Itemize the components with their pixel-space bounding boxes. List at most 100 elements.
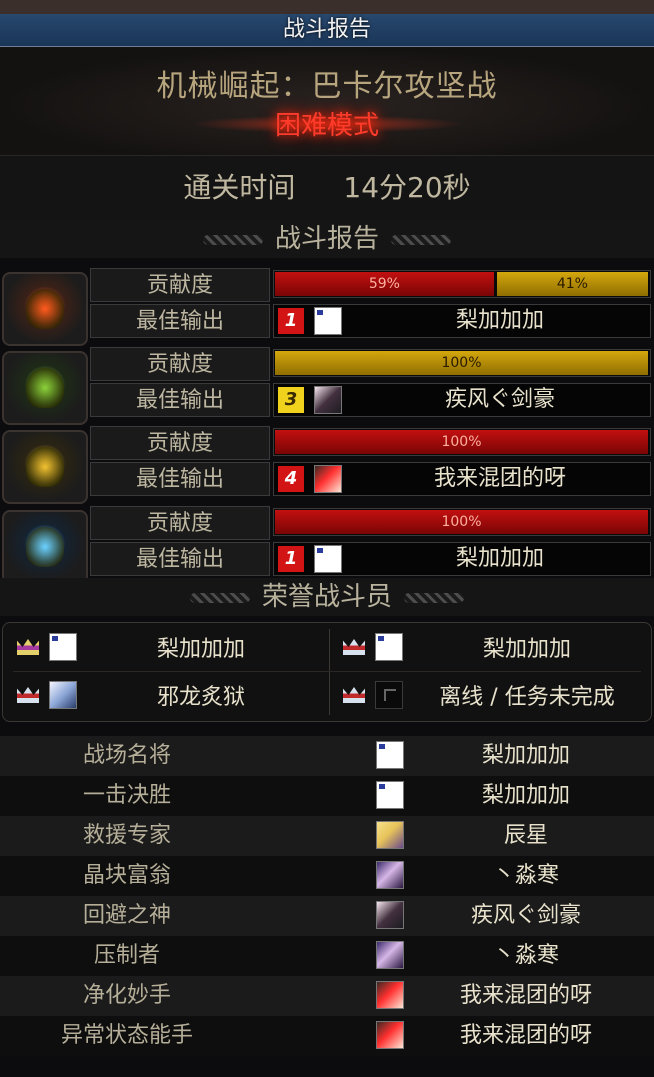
green-mechanical-crest-icon: [2, 351, 88, 425]
clear-time-value: 14分20秒: [343, 171, 471, 204]
avatar: [49, 681, 77, 709]
honor-member[interactable]: 邪龙炙狱: [3, 675, 323, 721]
award-row[interactable]: 压制者 丶淼寒: [0, 936, 654, 976]
avatar: [375, 681, 403, 709]
class-report-row: 贡献度 59% 41% 最佳输出 1 梨加加加: [0, 268, 654, 346]
best-damage-label: 最佳输出: [90, 383, 270, 417]
rank-badge-icon: 4: [278, 466, 304, 492]
contribution-segment: 100%: [275, 510, 648, 534]
avatar: [49, 633, 77, 661]
difficulty-mode: 困难模式: [274, 111, 379, 141]
report-section-header: 战斗报告: [0, 220, 654, 258]
best-damage-box[interactable]: 3 疾风ぐ剑豪: [273, 383, 651, 417]
award-row[interactable]: 战场名将 梨加加加: [0, 736, 654, 776]
class-report-row: 贡献度 100% 最佳输出 4 我来混团的呀: [0, 426, 654, 504]
gold-mechanical-crest-icon: [2, 430, 88, 504]
contribution-segment: 59%: [275, 272, 494, 296]
dungeon-header: 机械崛起：巴卡尔攻坚战 困难模式: [0, 47, 654, 156]
crest-core-icon: [26, 289, 64, 329]
crown-icon: [343, 687, 365, 703]
avatar: [376, 901, 404, 929]
best-player-name: 梨加加加: [455, 546, 544, 571]
avatar: [376, 781, 404, 809]
clear-time-row: 通关时间 14分20秒: [0, 156, 654, 221]
ornament-left-icon: [189, 592, 250, 603]
award-row[interactable]: 回避之神 疾风ぐ剑豪: [0, 896, 654, 936]
report-section-title: 战斗报告: [274, 224, 379, 254]
award-title: 异常状态能手: [60, 1023, 193, 1048]
avatar: [376, 981, 404, 1009]
avatar: [314, 465, 342, 493]
best-player-name: 我来混团的呀: [433, 466, 566, 491]
award-row[interactable]: 一击决胜 梨加加加: [0, 776, 654, 816]
award-title: 净化妙手: [82, 983, 171, 1008]
rank-badge-icon: 3: [278, 387, 304, 413]
award-player-name: 疾风ぐ剑豪: [470, 903, 581, 928]
award-title: 晶块富翁: [82, 863, 171, 888]
avatar: [314, 545, 342, 573]
crest-core-icon: [26, 368, 64, 408]
contribution-bar: 100%: [273, 349, 651, 377]
award-player-name: 我来混团的呀: [459, 983, 592, 1008]
honor-member-name: 邪龙炙狱: [156, 685, 245, 710]
award-row[interactable]: 救援专家 辰星: [0, 816, 654, 856]
crest-core-icon: [26, 527, 64, 567]
best-player-name: 疾风ぐ剑豪: [444, 387, 555, 412]
award-player-name: 丶淼寒: [492, 863, 559, 888]
best-damage-box[interactable]: 1 梨加加加: [273, 304, 651, 338]
crown-icon: [17, 687, 39, 703]
contribution-label: 贡献度: [90, 268, 270, 302]
best-damage-box[interactable]: 4 我来混团的呀: [273, 462, 651, 496]
award-player-name: 丶淼寒: [492, 943, 559, 968]
honor-member-name: 梨加加加: [482, 637, 571, 662]
red-mechanical-crest-icon: [2, 272, 88, 346]
rank-badge-icon: 1: [278, 546, 304, 572]
award-row[interactable]: 净化妙手 我来混团的呀: [0, 976, 654, 1016]
blue-mechanical-crest-icon: [2, 510, 88, 584]
window-title: 战斗报告: [282, 17, 371, 42]
award-row[interactable]: 异常状态能手 我来混团的呀: [0, 1016, 654, 1056]
rank-badge-icon: 1: [278, 308, 304, 334]
honor-section-title: 荣誉战斗员: [261, 582, 392, 612]
contribution-label: 贡献度: [90, 426, 270, 460]
ornament-right-icon: [404, 592, 464, 603]
class-report-row: 贡献度 100% 最佳输出 3 疾风ぐ剑豪: [0, 347, 654, 425]
avatar: [375, 633, 403, 661]
award-title: 一击决胜: [82, 783, 171, 808]
best-damage-box[interactable]: 1 梨加加加: [273, 542, 651, 576]
award-player-name: 我来混团的呀: [459, 1023, 592, 1048]
avatar: [314, 386, 342, 414]
crown-icon: [17, 639, 39, 655]
award-title: 救援专家: [82, 823, 171, 848]
honor-member[interactable]: 梨加加加: [329, 627, 649, 673]
honor-member-name: 梨加加加: [156, 637, 245, 662]
crown-icon: [343, 639, 365, 655]
award-title: 压制者: [93, 943, 160, 968]
contribution-segment: 100%: [275, 351, 648, 375]
avatar: [314, 307, 342, 335]
avatar: [376, 821, 404, 849]
avatar: [376, 861, 404, 889]
award-player-name: 梨加加加: [481, 783, 570, 808]
award-row[interactable]: 晶块富翁 丶淼寒: [0, 856, 654, 896]
class-report-row: 贡献度 100% 最佳输出 1 梨加加加: [0, 506, 654, 584]
contribution-segment: 100%: [275, 430, 648, 454]
award-title: 回避之神: [82, 903, 171, 928]
best-damage-label: 最佳输出: [90, 542, 270, 576]
contribution-segment: 41%: [496, 272, 648, 296]
award-title: 战场名将: [82, 743, 171, 768]
best-damage-label: 最佳输出: [90, 304, 270, 338]
contribution-bar: 100%: [273, 508, 651, 536]
honor-member[interactable]: 梨加加加: [3, 627, 323, 673]
clear-time-label: 通关时间: [183, 171, 296, 204]
avatar: [376, 941, 404, 969]
honor-section-header: 荣誉战斗员: [0, 578, 654, 616]
contribution-label: 贡献度: [90, 506, 270, 540]
avatar: [376, 741, 404, 769]
ornament-right-icon: [391, 234, 451, 245]
honor-member-name: 离线 / 任务未完成: [439, 685, 615, 710]
ornament-left-icon: [202, 234, 263, 245]
contribution-label: 贡献度: [90, 347, 270, 381]
honor-panel: 梨加加加 梨加加加 邪龙炙狱 离线 / 任务未完成: [2, 622, 652, 722]
honor-member[interactable]: 离线 / 任务未完成: [329, 675, 649, 721]
